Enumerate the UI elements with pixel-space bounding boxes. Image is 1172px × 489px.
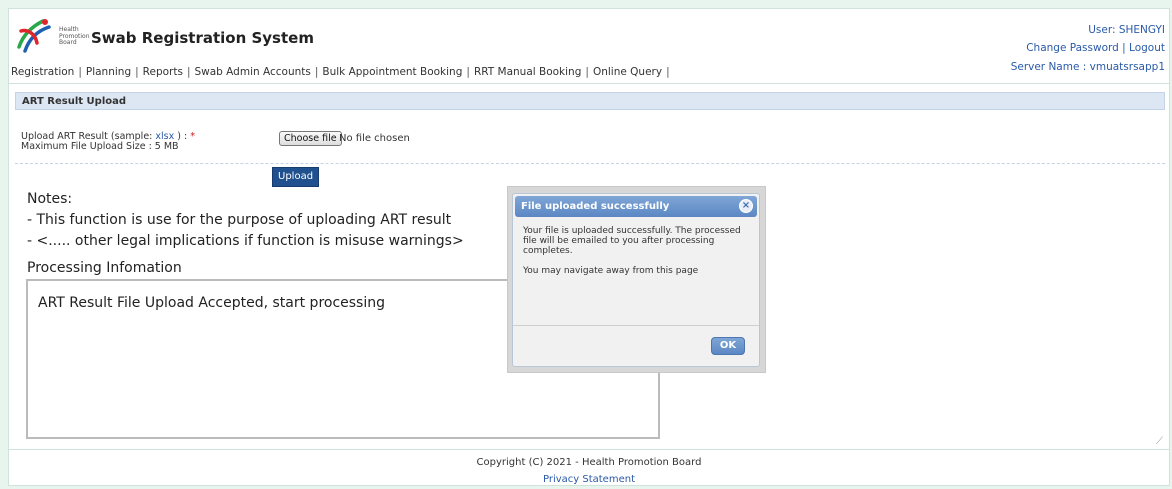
logo-text: Health Promotion Board bbox=[59, 26, 90, 47]
no-file-chosen-text: No file chosen bbox=[339, 133, 410, 144]
nav-item-registration[interactable]: Registration bbox=[11, 66, 74, 78]
nav-item-bulk-appointment-booking[interactable]: Bulk Appointment Booking bbox=[322, 66, 462, 78]
close-icon[interactable]: × bbox=[739, 199, 753, 213]
dialog-header: File uploaded successfully × bbox=[515, 196, 757, 217]
nav-item-swab-admin-accounts[interactable]: Swab Admin Accounts bbox=[194, 66, 310, 78]
nav-separator: | bbox=[78, 66, 82, 78]
nav-separator: | bbox=[186, 66, 191, 78]
ok-button[interactable]: OK bbox=[711, 337, 745, 355]
nav-items: Registration | Planning | Reports | Swab Admin… bbox=[11, 66, 674, 78]
processing-text: ART Result File Upload Accepted, start p… bbox=[38, 295, 385, 311]
user-info: User: SHENGYI Change Password | Logout bbox=[1026, 21, 1165, 57]
section-title: ART Result Upload bbox=[15, 92, 1165, 110]
nav-separator: | bbox=[314, 66, 319, 78]
processing-title: Processing Infomation bbox=[27, 260, 182, 276]
required-mark: * bbox=[190, 131, 195, 142]
server-name: Server Name : vmuatsrsapp1 bbox=[1010, 61, 1165, 73]
resize-handle-icon[interactable]: ⟋ bbox=[1156, 436, 1163, 447]
link-separator: | bbox=[1122, 42, 1126, 54]
upload-row: Upload ART Result (sample: xlsx ) : * Ma… bbox=[15, 127, 1165, 164]
nav-item-planning[interactable]: Planning bbox=[86, 66, 131, 78]
header: Health Promotion Board Swab Registration… bbox=[9, 9, 1169, 61]
logout-link[interactable]: Logout bbox=[1129, 42, 1165, 54]
change-password-link[interactable]: Change Password bbox=[1026, 42, 1119, 54]
upload-button[interactable]: Upload bbox=[272, 167, 320, 187]
choose-file-button[interactable]: Choose file bbox=[279, 131, 342, 146]
dialog-body: Your file is uploaded successfully. The … bbox=[523, 226, 748, 286]
upload-label: Upload ART Result (sample: xlsx ) : * Ma… bbox=[21, 132, 195, 152]
dialog-message: You may navigate away from this page bbox=[523, 266, 699, 276]
dialog-divider bbox=[513, 325, 759, 326]
nav-separator: | bbox=[585, 66, 589, 78]
nav-item-online-query[interactable]: Online Query bbox=[593, 66, 662, 78]
nav-separator: | bbox=[666, 66, 670, 78]
hpb-logo-icon bbox=[17, 19, 51, 53]
nav-item-reports[interactable]: Reports bbox=[143, 66, 183, 78]
max-file-size: Maximum File Upload Size : 5 MB bbox=[21, 141, 179, 152]
privacy-statement-link[interactable]: Privacy Statement bbox=[9, 474, 1169, 485]
main-nav: Registration | Planning | Reports | Swab Admin… bbox=[9, 61, 1169, 84]
nav-separator: | bbox=[466, 66, 470, 78]
account-links: Change Password | Logout bbox=[1026, 39, 1165, 57]
notes: Notes: - This function is use for the pu… bbox=[27, 189, 464, 252]
notes-title: Notes: bbox=[27, 191, 73, 207]
dialog-message: Your file is uploaded successfully. The … bbox=[523, 226, 741, 256]
copyright-text: Copyright (C) 2021 - Health Promotion Bo… bbox=[476, 457, 702, 468]
upload-success-dialog: File uploaded successfully × Your file i… bbox=[512, 193, 760, 367]
user-label: User: SHENGYI bbox=[1088, 24, 1165, 36]
nav-separator: | bbox=[135, 66, 139, 78]
notes-line: - This function is use for the purpose o… bbox=[27, 212, 452, 228]
hpb-logo: Health Promotion Board bbox=[15, 17, 90, 55]
notes-line: - <..... other legal implications if fun… bbox=[27, 233, 464, 249]
footer: Copyright (C) 2021 - Health Promotion Bo… bbox=[9, 449, 1169, 488]
logo-text-line: Board bbox=[59, 39, 77, 46]
app-title: Swab Registration System bbox=[91, 29, 314, 47]
dialog-title: File uploaded successfully bbox=[521, 201, 670, 212]
nav-item-rrt-manual-booking[interactable]: RRT Manual Booking bbox=[474, 66, 581, 78]
